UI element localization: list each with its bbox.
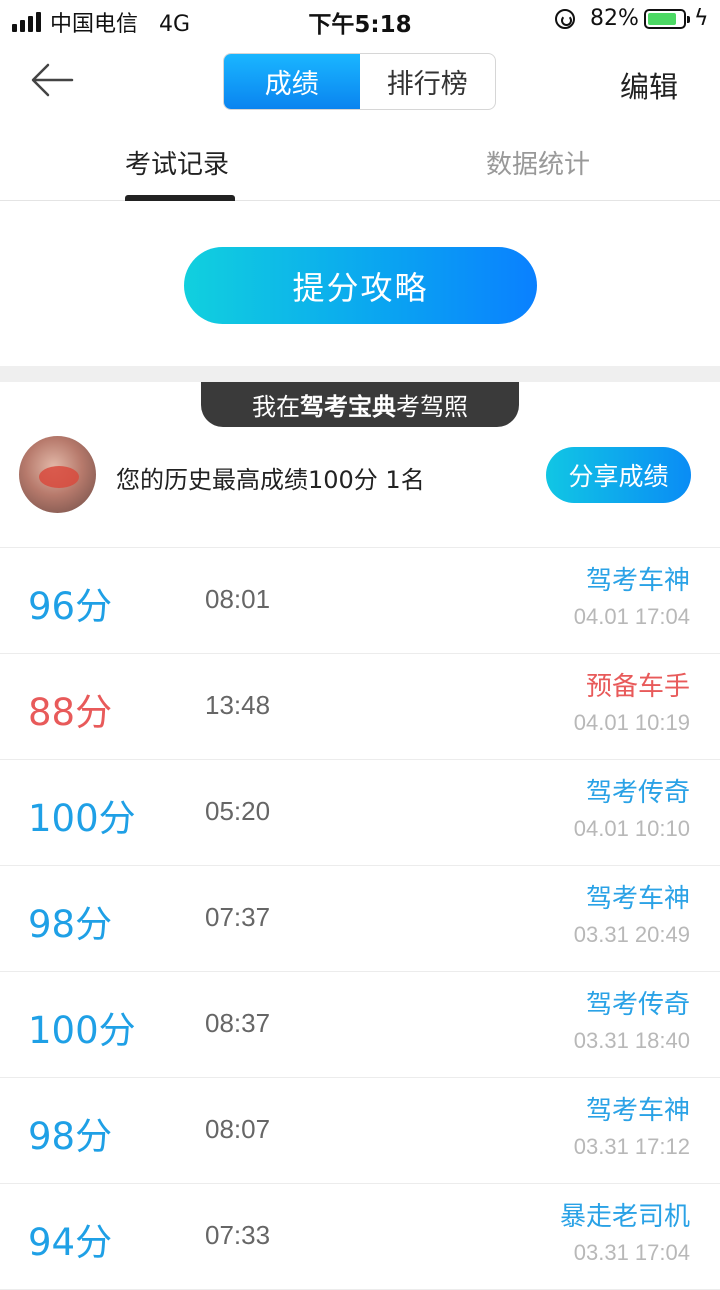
record-score: 88分 <box>28 691 113 734</box>
back-arrow-icon[interactable] <box>30 60 75 100</box>
table-row[interactable]: 98分 08:07 驾考车神 03.31 17:12 <box>0 1078 720 1184</box>
status-bar: 中国电信 4G 下午5:18 82% ϟ <box>0 0 720 40</box>
score-tips-button[interactable]: 提分攻略 <box>184 247 537 324</box>
table-row[interactable]: 96分 08:01 驾考车神 04.01 17:04 <box>0 548 720 654</box>
record-duration: 08:01 <box>205 584 271 614</box>
banner-brand: 驾考宝典 <box>300 393 396 421</box>
charging-icon: ϟ <box>694 6 709 31</box>
segment-score[interactable]: 成绩 <box>224 54 360 109</box>
record-duration: 05:20 <box>205 796 271 826</box>
record-score: 100分 <box>28 797 136 840</box>
exam-records-list: 96分 08:01 驾考车神 04.01 17:04 88分 13:48 预备车手 04.01… <box>0 548 720 1290</box>
battery-icon <box>644 9 690 29</box>
table-row[interactable]: 100分 08:37 驾考传奇 03.31 18:40 <box>0 972 720 1078</box>
record-title: 驾考车神 <box>585 1096 690 1126</box>
tips-section: 提分攻略 <box>0 201 720 366</box>
record-title: 驾考车神 <box>585 884 690 914</box>
nav-bar: 成绩 排行榜 编辑 <box>0 40 720 124</box>
record-score: 98分 <box>28 903 113 946</box>
tab-exam-records[interactable]: 考试记录 <box>125 144 229 181</box>
record-date: 04.01 10:19 <box>573 710 690 735</box>
record-title: 驾考车神 <box>585 566 690 596</box>
table-row[interactable]: 98分 07:37 驾考车神 03.31 20:49 <box>0 866 720 972</box>
banner-suffix: 考驾照 <box>396 393 468 421</box>
tab-data-statistics[interactable]: 数据统计 <box>486 144 590 181</box>
record-score: 100分 <box>28 1009 136 1052</box>
avatar[interactable] <box>19 436 96 513</box>
record-score: 94分 <box>28 1221 113 1264</box>
banner-prefix: 我在 <box>252 393 300 421</box>
record-title: 预备车手 <box>585 672 690 702</box>
record-title: 驾考传奇 <box>585 990 690 1020</box>
record-date: 04.01 17:04 <box>573 604 690 629</box>
section-divider <box>0 366 720 382</box>
table-row[interactable]: 94分 07:33 暴走老司机 03.31 17:04 <box>0 1184 720 1290</box>
record-date: 03.31 17:04 <box>573 1240 690 1265</box>
record-title: 暴走老司机 <box>559 1202 690 1232</box>
best-score-row: 您的历史最高成绩100分 1名 分享成绩 <box>0 427 720 548</box>
record-date: 04.01 10:10 <box>573 816 690 841</box>
edit-button[interactable]: 编辑 <box>620 64 678 106</box>
table-row[interactable]: 100分 05:20 驾考传奇 04.01 10:10 <box>0 760 720 866</box>
segment-control: 成绩 排行榜 <box>223 53 496 110</box>
battery-percent: 82% <box>590 6 639 31</box>
record-date: 03.31 20:49 <box>573 922 690 947</box>
record-date: 03.31 17:12 <box>573 1134 690 1159</box>
record-duration: 08:07 <box>205 1114 271 1144</box>
sub-tabs: 考试记录 数据统计 <box>0 124 720 201</box>
record-duration: 07:37 <box>205 902 271 932</box>
record-score: 96分 <box>28 585 113 628</box>
segment-ranking[interactable]: 排行榜 <box>360 54 496 109</box>
share-score-button[interactable]: 分享成绩 <box>546 447 691 503</box>
brand-banner: 我在 驾考宝典 考驾照 <box>201 382 519 427</box>
record-title: 驾考传奇 <box>585 778 690 808</box>
rotation-lock-icon <box>555 9 575 29</box>
record-date: 03.31 18:40 <box>573 1028 690 1053</box>
best-score-text: 您的历史最高成绩100分 1名 <box>116 466 425 494</box>
table-row[interactable]: 88分 13:48 预备车手 04.01 10:19 <box>0 654 720 760</box>
record-duration: 08:37 <box>205 1008 271 1038</box>
record-score: 98分 <box>28 1115 113 1158</box>
record-duration: 13:48 <box>205 690 271 720</box>
record-duration: 07:33 <box>205 1220 271 1250</box>
